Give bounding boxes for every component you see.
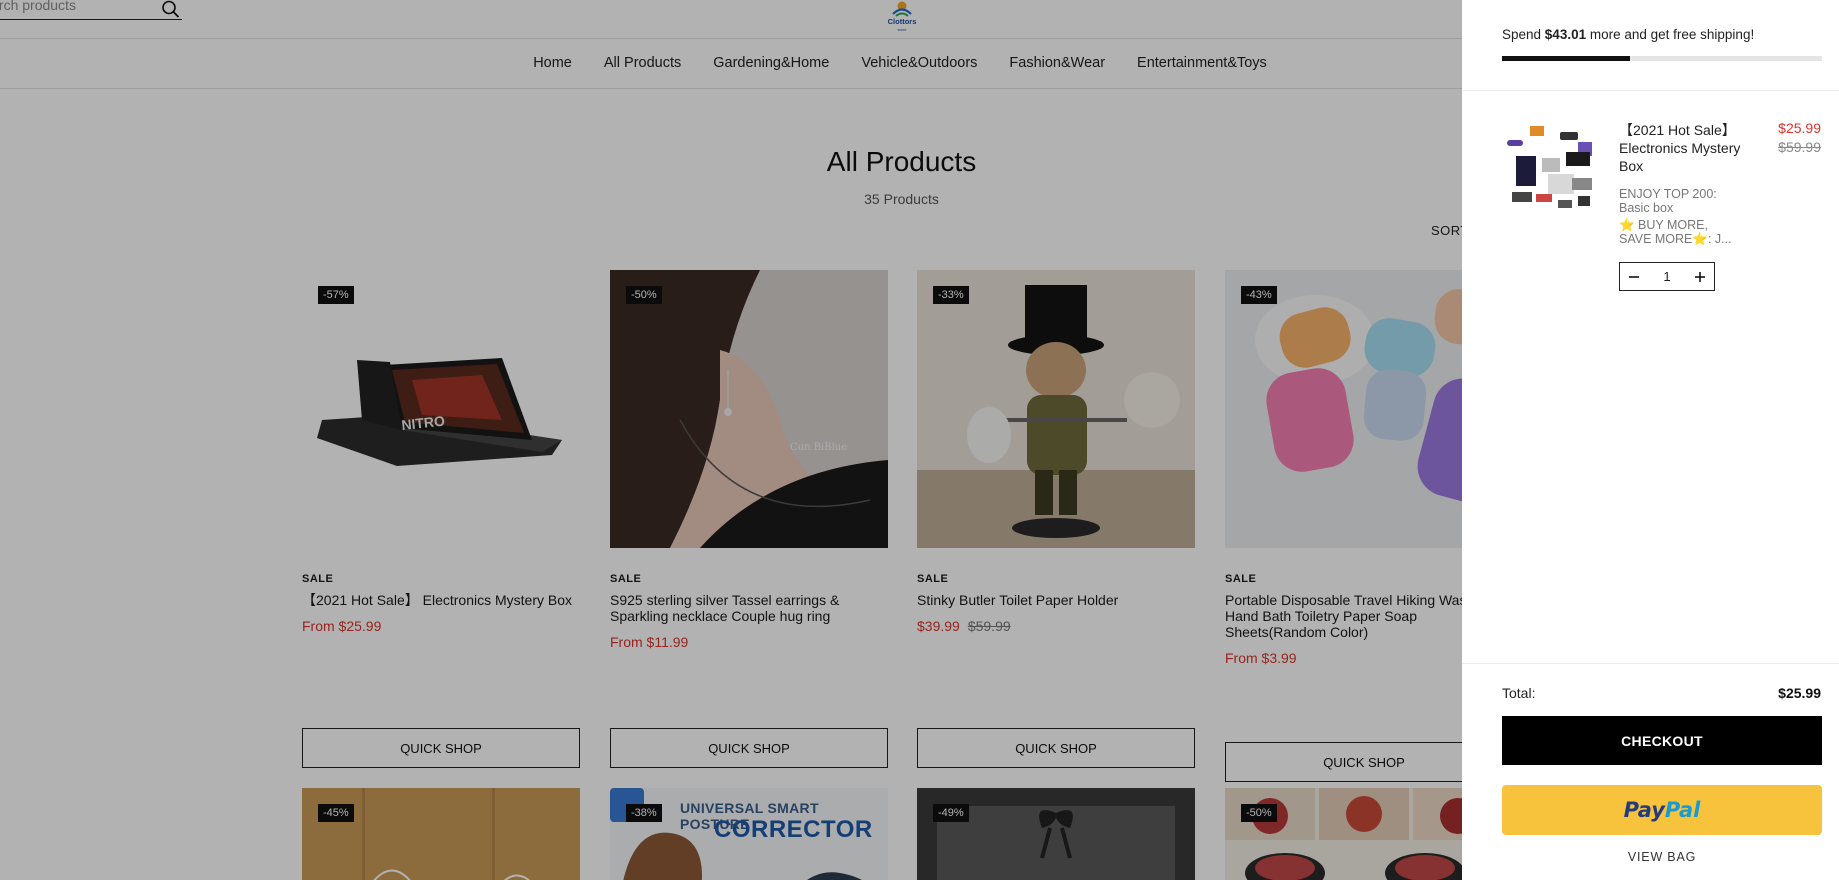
free-shipping-message: Spend $43.01 more and get free shipping! [1502, 27, 1754, 42]
paypal-logo-text: Pay [1623, 798, 1665, 822]
drawer-backdrop[interactable] [0, 0, 1462, 880]
minus-icon [1629, 275, 1639, 278]
quantity-stepper: 1 [1619, 262, 1715, 291]
decrease-quantity-button[interactable] [1626, 269, 1642, 285]
view-bag-link[interactable]: VIEW BAG [1502, 850, 1822, 864]
shipping-amount: $43.01 [1544, 27, 1587, 42]
drawer-divider [1462, 663, 1839, 664]
shipping-suffix: more and get free shipping! [1586, 27, 1755, 42]
checkout-button[interactable]: CHECKOUT [1502, 716, 1822, 765]
total-value: $25.99 [1778, 685, 1821, 701]
cart-item-price: $25.99 [1778, 120, 1821, 136]
paypal-button[interactable]: Pay Pal [1502, 785, 1822, 835]
cart-drawer: Spend $43.01 more and get free shipping!… [1462, 0, 1839, 880]
cart-item-name[interactable]: 【2021 Hot Sale】 Electronics Mystery Box [1619, 121, 1754, 175]
shipping-progress-fill [1502, 56, 1630, 61]
shipping-prefix: Spend [1502, 27, 1545, 42]
increase-quantity-button[interactable] [1692, 269, 1708, 285]
plus-icon [1694, 271, 1705, 282]
cart-item-compare-price: $59.99 [1778, 139, 1821, 155]
cart-item-option: ⭐ BUY MORE, SAVE MORE⭐: J... [1619, 218, 1732, 246]
paypal-logo-text: Pal [1664, 798, 1701, 822]
drawer-divider [1462, 90, 1839, 91]
view-bag-label[interactable]: VIEW BAG [1628, 850, 1696, 864]
shipping-progress-bar [1502, 56, 1822, 61]
total-label: Total: [1502, 685, 1536, 701]
cart-item-image[interactable] [1502, 122, 1598, 218]
storefront-page: Clottors store Home All Products Gardeni… [0, 0, 1839, 880]
cart-item-option: ENJOY TOP 200: Basic box [1619, 187, 1717, 215]
quantity-value[interactable]: 1 [1663, 269, 1670, 284]
